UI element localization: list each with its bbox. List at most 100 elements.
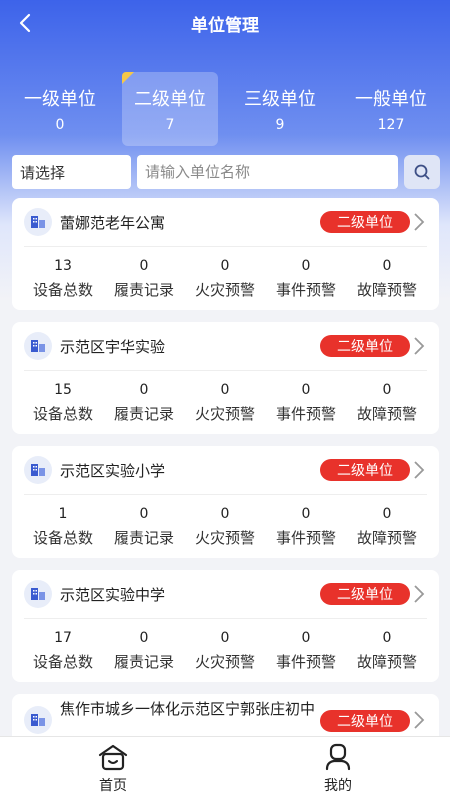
nav-label: 首页 bbox=[99, 778, 127, 794]
divider bbox=[24, 494, 427, 495]
nav-home[interactable]: 首页 bbox=[63, 743, 163, 799]
stat-event-alerts: 0 事件预警 bbox=[266, 258, 346, 300]
stat-value: 0 bbox=[139, 630, 149, 646]
stat-value: 0 bbox=[301, 506, 311, 522]
stat-label: 履责记录 bbox=[113, 281, 174, 299]
stat-value: 13 bbox=[54, 258, 72, 274]
unit-name: 蕾娜范老年公寓 bbox=[60, 214, 166, 232]
level-badge: 二级单位 bbox=[320, 710, 410, 732]
stat-label: 故障预警 bbox=[356, 653, 417, 671]
building-icon bbox=[24, 456, 52, 484]
stat-label: 履责记录 bbox=[113, 653, 174, 671]
nav-label: 我的 bbox=[324, 778, 352, 794]
tab-label: 二级单位 bbox=[134, 89, 206, 110]
stat-fire-alerts: 0 火灾预警 bbox=[185, 258, 265, 300]
level-badge: 二级单位 bbox=[320, 459, 410, 481]
chevron-left-icon bbox=[19, 13, 31, 33]
search-icon bbox=[414, 164, 430, 180]
nav-profile[interactable]: 我的 bbox=[288, 743, 388, 799]
tab-label: 三级单位 bbox=[244, 89, 316, 110]
stat-fault-alerts: 0 故障预警 bbox=[347, 258, 427, 300]
stat-value: 0 bbox=[139, 506, 149, 522]
bottom-nav: 首页 我的 bbox=[0, 736, 450, 800]
stat-label: 事件预警 bbox=[275, 405, 336, 423]
tab-level-2[interactable]: 二级单位 7 bbox=[122, 72, 218, 146]
divider bbox=[24, 618, 427, 619]
unit-card[interactable]: 蕾娜范老年公寓 二级单位 13 设备总数 0 履责记录 0 火灾预警 0 事件预警 0 故… bbox=[12, 198, 439, 310]
stat-label: 事件预警 bbox=[275, 653, 336, 671]
stat-value: 0 bbox=[220, 258, 230, 274]
stat-duty-records: 0 履责记录 bbox=[104, 382, 184, 424]
stat-label: 火灾预警 bbox=[194, 529, 255, 547]
tab-level-general[interactable]: 一般单位 127 bbox=[343, 72, 439, 146]
stat-value: 0 bbox=[220, 382, 230, 398]
stat-value: 0 bbox=[139, 382, 149, 398]
stat-fire-alerts: 0 火灾预警 bbox=[185, 382, 265, 424]
unit-name: 示范区宇华实验 bbox=[60, 338, 166, 356]
stat-label: 故障预警 bbox=[356, 405, 417, 423]
tab-count: 7 bbox=[165, 117, 175, 133]
unit-list: 蕾娜范老年公寓 二级单位 13 设备总数 0 履责记录 0 火灾预警 0 事件预警 0 故… bbox=[12, 198, 439, 736]
unit-name: 焦作市城乡一体化示范区宁郭张庄初中 bbox=[60, 700, 316, 718]
stat-label: 设备总数 bbox=[32, 653, 93, 671]
unit-name-input[interactable] bbox=[137, 155, 398, 189]
stat-label: 故障预警 bbox=[356, 281, 417, 299]
stat-device-total: 1 设备总数 bbox=[23, 506, 103, 548]
building-icon bbox=[24, 580, 52, 608]
stat-value: 15 bbox=[54, 382, 72, 398]
unit-card[interactable]: 示范区实验中学 二级单位 17 设备总数 0 履责记录 0 火灾预警 0 事件预警 0 故… bbox=[12, 570, 439, 682]
level-badge: 二级单位 bbox=[320, 335, 410, 357]
stat-fault-alerts: 0 故障预警 bbox=[347, 506, 427, 548]
divider bbox=[24, 370, 427, 371]
chevron-right-icon[interactable] bbox=[412, 210, 426, 234]
stat-fire-alerts: 0 火灾预警 bbox=[185, 630, 265, 672]
chevron-right-icon[interactable] bbox=[412, 582, 426, 606]
page-title: 单位管理 bbox=[191, 15, 259, 36]
unit-name: 示范区实验中学 bbox=[60, 586, 166, 604]
search-bar: 请选择 bbox=[12, 155, 440, 189]
stat-value: 0 bbox=[301, 630, 311, 646]
chevron-right-icon[interactable] bbox=[412, 458, 426, 482]
stat-fire-alerts: 0 火灾预警 bbox=[185, 506, 265, 548]
stat-duty-records: 0 履责记录 bbox=[104, 258, 184, 300]
stat-value: 0 bbox=[220, 630, 230, 646]
stat-label: 履责记录 bbox=[113, 529, 174, 547]
stat-value: 0 bbox=[301, 258, 311, 274]
stat-event-alerts: 0 事件预警 bbox=[266, 382, 346, 424]
stat-value: 0 bbox=[382, 258, 392, 274]
stat-label: 设备总数 bbox=[32, 405, 93, 423]
chevron-right-icon[interactable] bbox=[412, 334, 426, 358]
building-icon bbox=[24, 208, 52, 236]
stat-event-alerts: 0 事件预警 bbox=[266, 630, 346, 672]
stat-label: 火灾预警 bbox=[194, 281, 255, 299]
building-icon bbox=[24, 706, 52, 734]
stat-device-total: 15 设备总数 bbox=[23, 382, 103, 424]
stat-value: 0 bbox=[382, 382, 392, 398]
tab-count: 127 bbox=[377, 117, 405, 133]
tab-level-3[interactable]: 三级单位 9 bbox=[232, 72, 328, 146]
stat-value: 0 bbox=[139, 258, 149, 274]
level-select[interactable]: 请选择 bbox=[12, 155, 131, 189]
divider bbox=[24, 246, 427, 247]
tab-level-1[interactable]: 一级单位 0 bbox=[12, 72, 108, 146]
level-badge: 二级单位 bbox=[320, 211, 410, 233]
stat-label: 故障预警 bbox=[356, 529, 417, 547]
tab-label: 一般单位 bbox=[355, 89, 427, 110]
stat-fault-alerts: 0 故障预警 bbox=[347, 630, 427, 672]
tab-label: 一级单位 bbox=[24, 89, 96, 110]
home-icon bbox=[98, 744, 128, 771]
stat-label: 设备总数 bbox=[32, 529, 93, 547]
stat-value: 1 bbox=[58, 506, 68, 522]
unit-name: 示范区实验小学 bbox=[60, 462, 166, 480]
chevron-right-icon[interactable] bbox=[412, 708, 426, 732]
back-button[interactable] bbox=[10, 8, 40, 38]
stat-value: 0 bbox=[382, 506, 392, 522]
unit-card[interactable]: 示范区实验小学 二级单位 1 设备总数 0 履责记录 0 火灾预警 0 事件预警 0 故障… bbox=[12, 446, 439, 558]
search-button[interactable] bbox=[404, 155, 440, 189]
unit-card[interactable]: 示范区宇华实验 二级单位 15 设备总数 0 履责记录 0 火灾预警 0 事件预警 0 故… bbox=[12, 322, 439, 434]
active-corner-marker bbox=[122, 72, 134, 84]
profile-icon bbox=[325, 743, 351, 771]
stat-label: 设备总数 bbox=[32, 281, 93, 299]
unit-card[interactable]: 焦作市城乡一体化示范区宁郭张庄初中 二级单位 bbox=[12, 694, 439, 736]
stat-label: 事件预警 bbox=[275, 529, 336, 547]
